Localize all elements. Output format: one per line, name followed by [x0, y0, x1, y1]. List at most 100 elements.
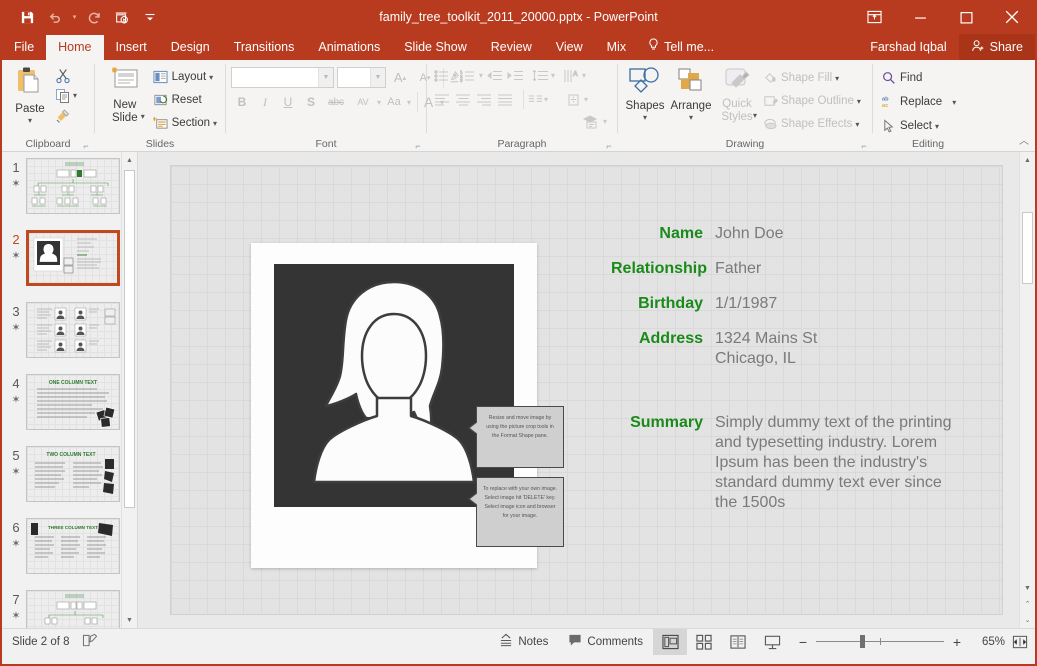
font-dialog-launcher[interactable]: ⌐ — [413, 141, 423, 151]
copy-caret-icon[interactable]: ▾ — [73, 91, 77, 100]
thumbnail-item[interactable]: 5✶ TWO COLUMN TEXT — [2, 446, 137, 518]
tab-animations[interactable]: Animations — [306, 35, 392, 60]
collapse-ribbon-button[interactable]: ︿ — [1019, 132, 1029, 147]
slide-sorter-view-button[interactable] — [687, 629, 721, 655]
new-slide-button[interactable]: New Slide ▾ — [100, 64, 150, 136]
section-button[interactable]: Section ▾ — [150, 113, 220, 133]
canvas-scrollbar[interactable]: ▲ ▼ ⌃ ⌄ — [1019, 152, 1035, 628]
thumbnail-slide-6[interactable]: THREE COLUMN TEXT — [26, 518, 120, 574]
birthday-value[interactable]: 1/1/1987 — [715, 294, 777, 314]
name-value[interactable]: John Doe — [715, 224, 784, 244]
zoom-track[interactable] — [816, 641, 944, 642]
arrange-caret-icon[interactable]: ▾ — [689, 113, 693, 122]
shape-effects-button[interactable]: Shape Effects ▾ — [759, 114, 864, 134]
notes-indicator-icon[interactable] — [82, 633, 98, 651]
tab-mix[interactable]: Mix — [595, 35, 638, 60]
thumbnail-slide-2[interactable] — [26, 230, 120, 286]
justify-button[interactable] — [495, 90, 515, 109]
tab-review[interactable]: Review — [479, 35, 544, 60]
align-text-button[interactable] — [563, 90, 583, 109]
tab-home[interactable]: Home — [46, 35, 103, 60]
shape-fill-caret-icon[interactable]: ▾ — [835, 74, 839, 83]
slide-thumbnail-pane[interactable]: 1✶ — [2, 152, 138, 628]
customize-qat-icon[interactable] — [137, 5, 163, 29]
select-caret-icon[interactable]: ▾ — [935, 122, 939, 131]
text-direction-caret-icon[interactable]: ▾ — [582, 71, 586, 80]
section-caret-icon[interactable]: ▾ — [213, 119, 217, 128]
thumbnail-item[interactable]: 4✶ ONE COLUMN TEXT — [2, 374, 137, 446]
paste-button[interactable]: Paste ▾ — [7, 64, 53, 127]
shape-effects-caret-icon[interactable]: ▾ — [855, 120, 859, 129]
grow-font-button[interactable]: A▴ — [389, 68, 411, 88]
cut-button[interactable] — [53, 66, 73, 85]
slide-show-button[interactable] — [755, 629, 789, 655]
reset-button[interactable]: Reset — [150, 90, 220, 110]
scrollbar-thumb[interactable] — [124, 170, 135, 508]
convert-to-smartart-button[interactable] — [582, 112, 602, 131]
select-button[interactable]: Select ▾ — [878, 116, 959, 136]
font-name-caret-icon[interactable]: ▼ — [318, 68, 333, 87]
character-spacing-button[interactable]: AV — [350, 92, 376, 112]
slide-canvas[interactable]: Name John Doe Relationship Father Birthd… — [170, 165, 1003, 615]
thumbnail-item[interactable]: 3✶ — [2, 302, 137, 374]
layout-caret-icon[interactable]: ▾ — [209, 73, 213, 82]
copy-button[interactable] — [53, 86, 73, 105]
thumbnail-slide-5[interactable]: TWO COLUMN TEXT — [26, 446, 120, 502]
align-center-button[interactable] — [453, 90, 473, 109]
comments-button[interactable]: Comments — [558, 633, 653, 650]
share-button[interactable]: Share — [959, 34, 1035, 60]
zoom-slider[interactable]: − + — [789, 634, 971, 650]
columns-button[interactable] — [523, 90, 543, 109]
line-spacing-caret-icon[interactable]: ▾ — [551, 71, 555, 80]
tab-insert[interactable]: Insert — [104, 35, 159, 60]
strikethrough-button[interactable]: abc — [323, 92, 349, 112]
address-value[interactable]: 1324 Mains St Chicago, IL — [715, 329, 817, 369]
scroll-down-icon[interactable]: ▼ — [1020, 580, 1035, 596]
thumbnail-slide-7[interactable] — [26, 590, 120, 628]
change-case-button[interactable]: Aa — [382, 92, 406, 112]
align-right-button[interactable] — [474, 90, 494, 109]
decrease-indent-button[interactable] — [484, 66, 504, 85]
zoom-in-button[interactable]: + — [951, 634, 963, 650]
callout-replace-instructions[interactable]: To replace with your own image. Select i… — [476, 477, 564, 547]
character-spacing-caret-icon[interactable]: ▾ — [377, 98, 381, 107]
drawing-dialog-launcher[interactable]: ⌐ — [859, 141, 869, 151]
quick-styles-caret-icon[interactable]: ▾ — [753, 111, 757, 120]
scroll-up-icon[interactable]: ▲ — [1020, 152, 1035, 168]
reading-view-button[interactable] — [721, 629, 755, 655]
font-name-input[interactable]: ▼ — [231, 67, 334, 88]
thumbnail-item[interactable]: 7✶ — [2, 590, 137, 628]
undo-icon[interactable] — [42, 5, 68, 29]
text-direction-button[interactable]: A — [561, 66, 581, 85]
align-text-caret-icon[interactable]: ▾ — [584, 95, 588, 104]
thumbnail-item[interactable]: 6✶ THREE COLUMN TEXT — [2, 518, 137, 590]
line-spacing-button[interactable] — [530, 66, 550, 85]
callout-crop-instructions[interactable]: Resize and move image by using the pictu… — [476, 406, 564, 468]
scroll-up-icon[interactable]: ▲ — [122, 152, 137, 168]
replace-caret-icon[interactable]: ▾ — [952, 98, 956, 107]
tab-file[interactable]: File — [2, 35, 46, 60]
thumbnail-slide-4[interactable]: ONE COLUMN TEXT — [26, 374, 120, 430]
bullets-button[interactable] — [432, 66, 452, 85]
close-icon[interactable] — [989, 0, 1035, 34]
align-left-button[interactable] — [432, 90, 452, 109]
smartart-caret-icon[interactable]: ▾ — [603, 117, 607, 126]
shape-fill-button[interactable]: Shape Fill ▾ — [759, 68, 864, 88]
minimize-icon[interactable] — [897, 0, 943, 34]
thumbnail-item[interactable]: 1✶ — [2, 158, 137, 230]
tab-design[interactable]: Design — [159, 35, 222, 60]
change-case-caret-icon[interactable]: ▾ — [407, 98, 411, 107]
tab-transitions[interactable]: Transitions — [222, 35, 307, 60]
paste-caret-icon[interactable]: ▾ — [28, 116, 32, 125]
font-size-input[interactable]: ▼ — [337, 67, 386, 88]
numbering-caret-icon[interactable]: ▾ — [479, 71, 483, 80]
maximize-icon[interactable] — [943, 0, 989, 34]
person-info-block[interactable]: Name John Doe Relationship Father Birthd… — [611, 224, 971, 384]
text-shadow-button[interactable]: S — [300, 92, 322, 112]
increase-indent-button[interactable] — [505, 66, 525, 85]
start-presentation-icon[interactable] — [109, 5, 135, 29]
summary-value[interactable]: Simply dummy text of the printing and ty… — [715, 413, 957, 513]
zoom-handle[interactable] — [860, 635, 865, 648]
italic-button[interactable]: I — [254, 92, 276, 112]
fit-to-window-button[interactable] — [1005, 629, 1035, 655]
